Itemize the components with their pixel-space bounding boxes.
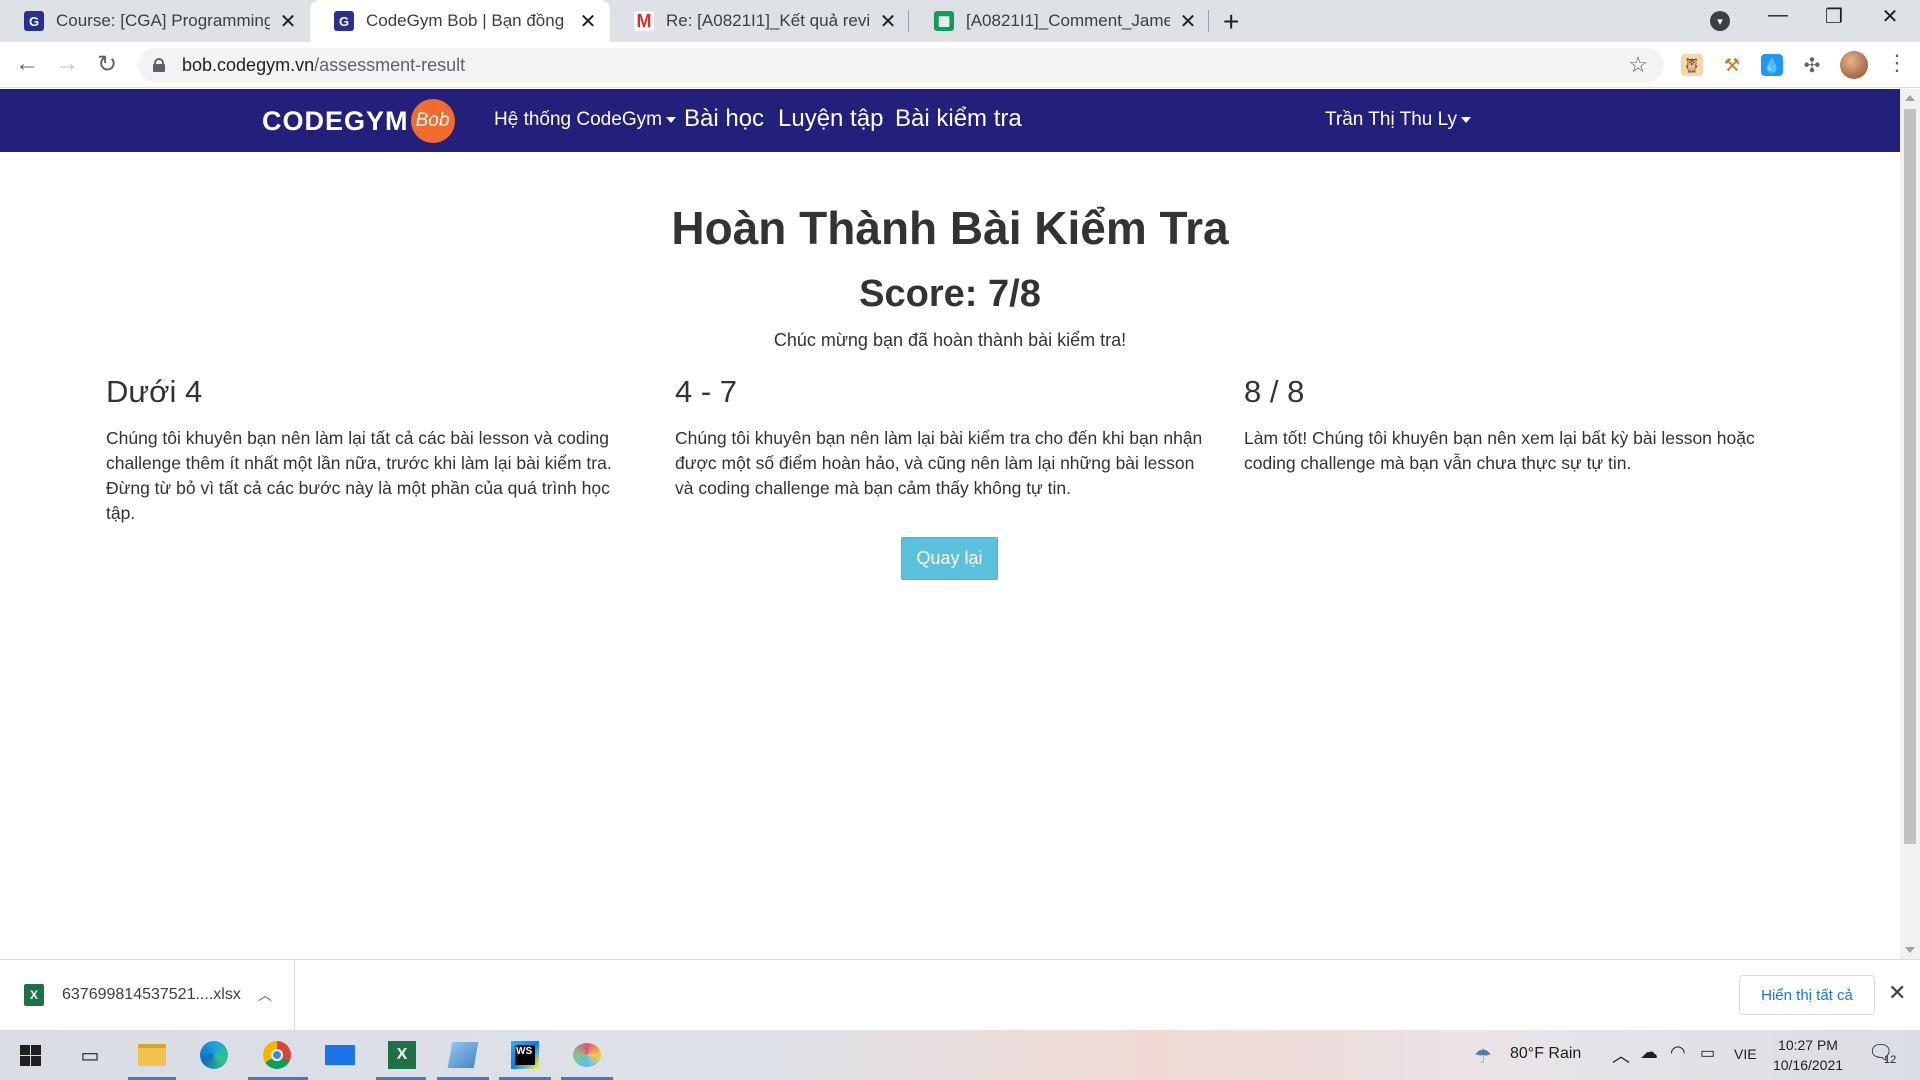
- tab-strip: G Course: [CGA] Programming Fou ✕ G Code…: [0, 0, 1920, 42]
- clock-date: 10/16/2021: [1772, 1057, 1844, 1073]
- task-view-icon[interactable]: ▭: [73, 1038, 107, 1072]
- tab-sheets[interactable]: ▦ [A0821I1]_Comment_James_Exer ✕: [910, 0, 1210, 42]
- mail-icon[interactable]: [323, 1038, 357, 1072]
- tab-title: CodeGym Bob | Bạn đồng hành c: [366, 11, 570, 30]
- caret-down-icon: [1461, 116, 1472, 123]
- caret-down-icon: [665, 116, 676, 123]
- scroll-down-icon[interactable]: [1905, 947, 1915, 953]
- nav-system-dropdown[interactable]: Hệ thống CodeGym: [494, 109, 676, 131]
- minimize-icon[interactable]: —: [1750, 4, 1806, 27]
- range-column-under-4: Dưới 4 Chúng tôi khuyên bạn nên làm lại …: [106, 374, 626, 526]
- range-description: Làm tốt! Chúng tôi khuyên bạn nên xem lạ…: [1244, 428, 1755, 473]
- logo-wordmark: CODEGYM: [262, 105, 409, 136]
- browser-menu-icon[interactable]: ⋮: [1886, 50, 1908, 76]
- browser-toolbar: ← → ↻ bob.codegym.vn/assessment-result ☆…: [0, 42, 1920, 88]
- webstorm-icon[interactable]: WS: [508, 1038, 542, 1072]
- codegym-favicon: G: [24, 11, 44, 31]
- url-host: bob.codegym.vn: [182, 54, 315, 75]
- profile-avatar[interactable]: [1840, 51, 1868, 79]
- tray-chevron-up-icon[interactable]: ︿: [1612, 1042, 1630, 1068]
- user-name: Trần Thị Thu Ly: [1325, 109, 1458, 130]
- gmail-icon: M: [634, 11, 654, 31]
- range-heading: Dưới 4: [106, 374, 203, 409]
- nav-practice[interactable]: Luyện tập: [778, 105, 883, 133]
- reload-icon[interactable]: ↻: [92, 50, 122, 79]
- range-heading: 4 - 7: [675, 374, 738, 409]
- tab-gmail[interactable]: M Re: [A0821I1]_Kết quả review bài ✕: [610, 0, 910, 42]
- download-item[interactable]: X 637699814537521....xlsx ︿: [0, 960, 295, 1030]
- extension-hammer-icon[interactable]: ⚒: [1721, 54, 1743, 76]
- range-description: Chúng tôi khuyên bạn nên làm lại bài kiể…: [675, 428, 1203, 498]
- tab-codegym-bob[interactable]: G CodeGym Bob | Bạn đồng hành c ✕: [310, 0, 610, 42]
- sheets-icon: ▦: [934, 11, 954, 31]
- notes-app-icon[interactable]: [446, 1038, 480, 1072]
- show-all-downloads-button[interactable]: Hiển thị tất cả: [1739, 975, 1875, 1015]
- range-heading: 8 / 8: [1244, 374, 1305, 409]
- codegym-bob-logo[interactable]: CODEGYM Bob: [262, 99, 455, 143]
- page-title: Hoàn Thành Bài Kiểm Tra: [671, 202, 1229, 254]
- range-column-4-7: 4 - 7 Chúng tôi khuyên bạn nên làm lại b…: [675, 374, 1210, 501]
- close-tab-icon[interactable]: ✕: [278, 9, 298, 34]
- range-column-8-8: 8 / 8 Làm tốt! Chúng tôi khuyên bạn nên …: [1244, 374, 1779, 476]
- close-tab-icon[interactable]: ✕: [578, 9, 598, 34]
- windows-taskbar: ▭ X WS ☂ 80°F Rain ︿ ☁ ◠ ▭ VIE 10:27 PM …: [0, 1030, 1920, 1080]
- new-tab-icon[interactable]: +: [1223, 6, 1239, 38]
- extension-drop-icon[interactable]: 💧: [1761, 54, 1783, 76]
- url-path: /assessment-result: [314, 54, 466, 75]
- chevron-up-icon[interactable]: ︿: [258, 985, 272, 1005]
- logo-bob-badge: Bob: [410, 99, 455, 143]
- tab-divider: [1208, 10, 1209, 32]
- address-bar[interactable]: bob.codegym.vn/assessment-result ☆: [138, 48, 1664, 82]
- nav-system-label: Hệ thống CodeGym: [494, 109, 662, 130]
- weather-text[interactable]: 80°F Rain: [1510, 1045, 1581, 1063]
- edge-icon[interactable]: [197, 1038, 231, 1072]
- chrome-icon[interactable]: [260, 1038, 294, 1072]
- page-scrollbar[interactable]: [1900, 89, 1920, 959]
- close-download-shelf-icon[interactable]: ✕: [1888, 980, 1906, 1006]
- site-navbar: CODEGYM Bob Hệ thống CodeGym Bài học Luy…: [0, 89, 1900, 152]
- close-tab-icon[interactable]: ✕: [878, 9, 898, 34]
- language-indicator[interactable]: VIE: [1734, 1046, 1757, 1062]
- tab-title: Course: [CGA] Programming Fou: [56, 11, 270, 30]
- window-close-icon[interactable]: ✕: [1862, 4, 1918, 29]
- score-text: Score: 7/8: [859, 273, 1041, 315]
- nav-tests[interactable]: Bài kiểm tra: [895, 105, 1022, 133]
- paint-icon[interactable]: [570, 1038, 604, 1072]
- restore-icon[interactable]: ❐: [1806, 4, 1862, 29]
- system-clock[interactable]: 10:27 PM 10/16/2021: [1768, 1035, 1848, 1075]
- tab-title: Re: [A0821I1]_Kết quả review bài: [666, 11, 870, 30]
- nav-lessons[interactable]: Bài học: [684, 105, 764, 133]
- tab-search-icon[interactable]: ▾: [1710, 11, 1730, 31]
- onedrive-cloud-icon[interactable]: ☁: [1640, 1042, 1658, 1063]
- clock-time: 10:27 PM: [1778, 1037, 1838, 1053]
- user-menu-dropdown[interactable]: Trần Thị Thu Ly: [1325, 109, 1472, 131]
- scrollbar-thumb[interactable]: [1904, 109, 1916, 844]
- extensions-puzzle-icon[interactable]: ✣: [1801, 54, 1823, 77]
- download-shelf: X 637699814537521....xlsx ︿ Hiển thị tất…: [0, 959, 1920, 1030]
- forward-arrow-icon[interactable]: →: [52, 50, 82, 78]
- notification-count: 12: [1884, 1054, 1897, 1066]
- tab-course[interactable]: G Course: [CGA] Programming Fou ✕: [0, 0, 310, 42]
- range-description: Chúng tôi khuyên bạn nên làm lại tất cả …: [106, 428, 612, 523]
- scroll-up-icon[interactable]: [1905, 95, 1915, 101]
- page-viewport: CODEGYM Bob Hệ thống CodeGym Bài học Luy…: [0, 89, 1900, 959]
- excel-file-icon: X: [24, 984, 44, 1006]
- extension-owl-icon[interactable]: 🦉: [1681, 54, 1703, 76]
- back-button[interactable]: Quay lại: [901, 537, 998, 580]
- bookmark-star-icon[interactable]: ☆: [1628, 52, 1648, 78]
- tab-title: [A0821I1]_Comment_James_Exer: [966, 11, 1170, 30]
- file-explorer-icon[interactable]: [135, 1038, 169, 1072]
- weather-rain-icon[interactable]: ☂: [1474, 1044, 1492, 1069]
- back-arrow-icon[interactable]: ←: [12, 50, 42, 78]
- close-tab-icon[interactable]: ✕: [1178, 9, 1198, 34]
- download-file-name: 637699814537521....xlsx: [62, 986, 241, 1003]
- congrats-message: Chúc mừng bạn đã hoàn thành bài kiểm tra…: [773, 330, 1127, 350]
- windows-start-icon[interactable]: [13, 1038, 47, 1072]
- battery-icon[interactable]: ▭: [1700, 1043, 1715, 1063]
- tab-divider: [908, 10, 909, 32]
- excel-icon[interactable]: X: [385, 1038, 419, 1072]
- lock-icon[interactable]: [152, 58, 166, 72]
- wifi-icon[interactable]: ◠: [1670, 1042, 1686, 1063]
- codegym-favicon: G: [334, 11, 354, 31]
